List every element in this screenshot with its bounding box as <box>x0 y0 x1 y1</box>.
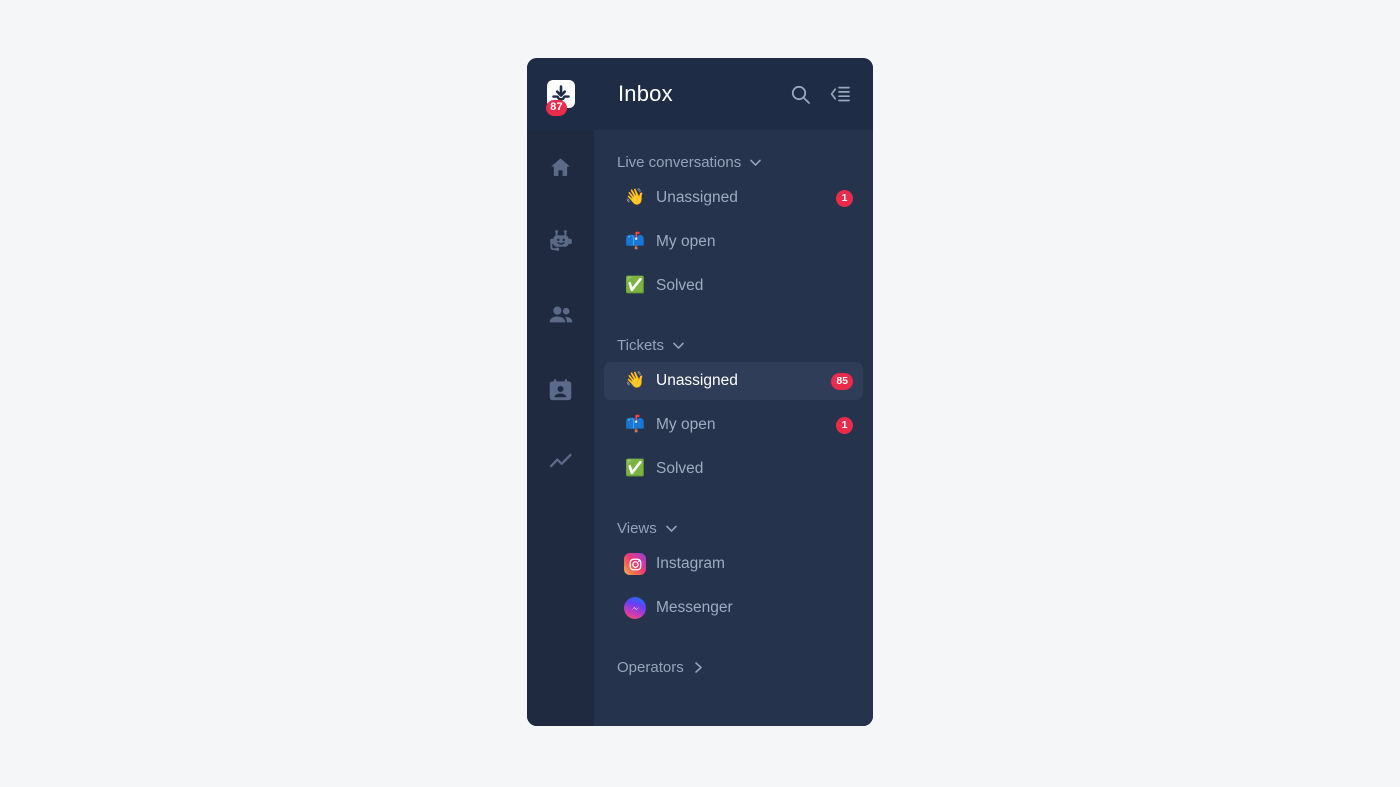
section-header-live-conversations[interactable]: Live conversations <box>604 146 863 179</box>
panel-header: 87 Inbox <box>527 58 873 130</box>
section-header-operators[interactable]: Operators <box>604 651 863 684</box>
nav-section: Operators <box>604 651 863 684</box>
nav-section: Tickets 👋 Unassigned 85 📫 My open 1 ✅ Solved <box>604 329 863 504</box>
nav-item-label: Messenger <box>656 599 733 616</box>
rail-item-reports[interactable] <box>538 440 584 486</box>
nav-item-my-open[interactable]: 📫 My open <box>604 223 863 261</box>
unread-count-badge: 1 <box>836 416 853 434</box>
section-header-tickets[interactable]: Tickets <box>604 329 863 362</box>
nav-item-label: My open <box>656 233 716 250</box>
chevron-down-icon <box>749 156 762 169</box>
chevron-right-icon <box>692 661 705 674</box>
section-title: Operators <box>617 659 684 676</box>
messenger-icon <box>624 597 646 619</box>
unread-count-badge: 85 <box>831 372 853 390</box>
rail-item-home[interactable] <box>538 144 584 190</box>
section-title: Live conversations <box>617 154 742 171</box>
nav-item-label: Solved <box>656 460 704 477</box>
unread-count-badge: 1 <box>836 189 853 207</box>
nav-item-label: Unassigned <box>656 189 738 206</box>
check-mark-emoji: ✅ <box>625 460 645 477</box>
analytics-trend-icon <box>548 450 574 476</box>
page-title: Inbox <box>618 81 673 106</box>
section-title: Views <box>617 520 657 537</box>
rail-item-bots[interactable] <box>538 218 584 264</box>
nav-item-label: Unassigned <box>656 372 738 389</box>
nav-item-my-open[interactable]: 📫 My open 1 <box>604 406 863 444</box>
navigation-list: Live conversations 👋 Unassigned 1 📫 My open ✅ S… <box>594 130 873 726</box>
nav-item-solved[interactable]: ✅ Solved <box>604 267 863 305</box>
nav-item-solved[interactable]: ✅ Solved <box>604 450 863 488</box>
nav-section: Views Instagram Messenger <box>604 512 863 643</box>
section-title: Tickets <box>617 337 664 354</box>
mailbox-emoji: 📫 <box>625 233 645 250</box>
waving-hand-emoji: 👋 <box>625 372 645 389</box>
rail-item-profiles[interactable] <box>538 366 584 412</box>
section-header-views[interactable]: Views <box>604 512 863 545</box>
nav-section: Live conversations 👋 Unassigned 1 📫 My open ✅ S… <box>604 146 863 321</box>
home-icon <box>548 155 573 180</box>
collapse-sidebar-icon[interactable] <box>829 83 851 105</box>
inbox-panel: 87 Inbox Live conversations 👋 Unassigned… <box>527 58 873 726</box>
people-icon <box>548 302 574 328</box>
nav-item-label: My open <box>656 416 716 433</box>
contact-card-icon <box>548 377 573 402</box>
panel-body: Live conversations 👋 Unassigned 1 📫 My open ✅ S… <box>527 130 873 726</box>
search-icon[interactable] <box>789 83 811 105</box>
icon-rail <box>527 130 594 726</box>
nav-item-unassigned[interactable]: 👋 Unassigned 85 <box>604 362 863 400</box>
inbox-count-badge: 87 <box>546 100 567 116</box>
rail-item-contacts[interactable] <box>538 292 584 338</box>
waving-hand-emoji: 👋 <box>625 189 645 206</box>
nav-item-instagram[interactable]: Instagram <box>604 545 863 583</box>
header-actions <box>789 83 851 105</box>
nav-item-messenger[interactable]: Messenger <box>604 589 863 627</box>
mailbox-emoji: 📫 <box>625 416 645 433</box>
nav-item-unassigned[interactable]: 👋 Unassigned 1 <box>604 179 863 217</box>
chevron-down-icon <box>672 339 685 352</box>
nav-item-label: Instagram <box>656 555 725 572</box>
chevron-down-icon <box>665 522 678 535</box>
chatbot-icon <box>548 228 574 254</box>
check-mark-emoji: ✅ <box>625 277 645 294</box>
app-logo[interactable]: 87 <box>527 79 594 116</box>
nav-item-label: Solved <box>656 277 704 294</box>
instagram-icon <box>624 553 646 575</box>
